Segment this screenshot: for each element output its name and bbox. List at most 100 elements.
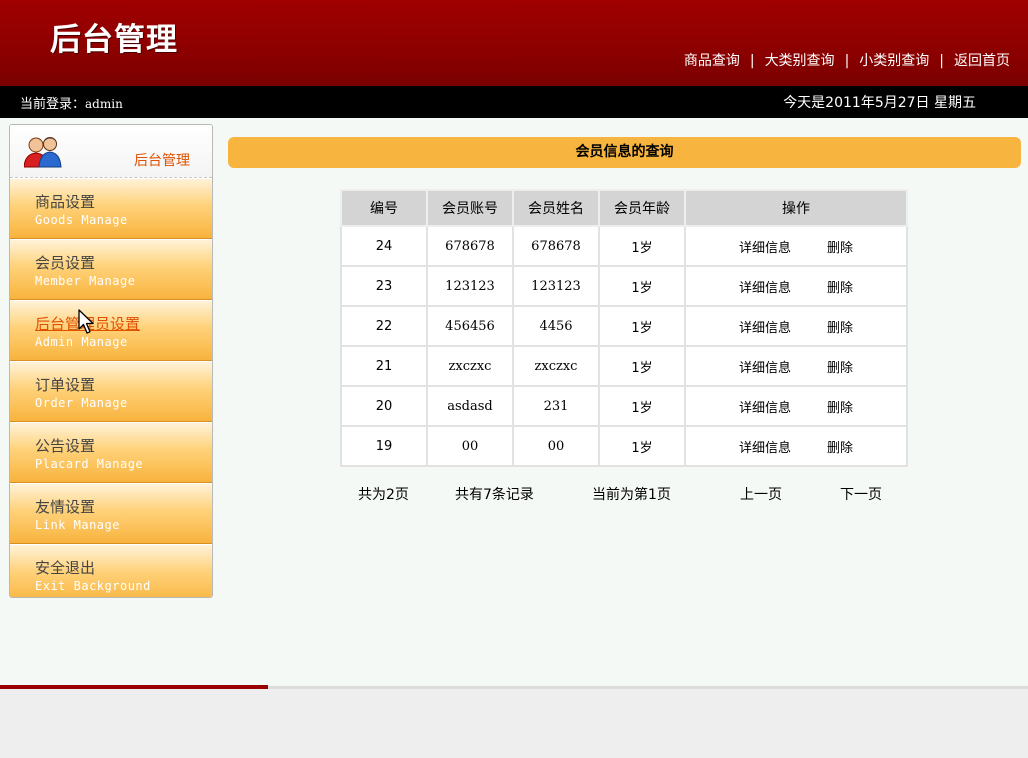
cell-name: 00 bbox=[512, 425, 600, 467]
sidebar-item-placard[interactable]: 公告设置 Placard Manage bbox=[10, 422, 212, 483]
cell-actions: 详细信息 删除 bbox=[684, 305, 908, 347]
pager-prev-container: 上一页 bbox=[740, 484, 782, 504]
top-nav: 商品查询 | 大类别查询 | 小类别查询 | 返回首页 bbox=[684, 50, 1010, 70]
sidebar-item-order[interactable]: 订单设置 Order Manage bbox=[10, 361, 212, 422]
cell-age: 1岁 bbox=[598, 385, 686, 427]
nav-subcategory-query[interactable]: 小类别查询 bbox=[859, 53, 929, 69]
sidebar-item-sublabel: Link Manage bbox=[35, 518, 120, 532]
cell-actions: 详细信息 删除 bbox=[684, 425, 908, 467]
pager-next-container: 下一页 bbox=[840, 484, 882, 504]
column-header-name: 会员姓名 bbox=[512, 189, 600, 227]
cell-account: 678678 bbox=[426, 225, 514, 267]
column-header-id: 编号 bbox=[340, 189, 428, 227]
cell-actions: 详细信息 删除 bbox=[684, 265, 908, 307]
delete-link[interactable]: 删除 bbox=[827, 321, 853, 336]
cell-age: 1岁 bbox=[598, 345, 686, 387]
table-row: 19 00 00 1岁 详细信息 删除 bbox=[340, 425, 908, 467]
cell-account: 123123 bbox=[426, 265, 514, 307]
nav-separator: | bbox=[939, 53, 944, 69]
cell-actions: 详细信息 删除 bbox=[684, 345, 908, 387]
info-bar: 当前登录：admin 今天是2011年5月27日 星期五 bbox=[0, 86, 1028, 118]
sidebar-item-goods[interactable]: 商品设置 Goods Manage bbox=[10, 178, 212, 239]
footer bbox=[0, 689, 1028, 758]
delete-link[interactable]: 删除 bbox=[827, 441, 853, 456]
sidebar-item-sublabel: Order Manage bbox=[35, 396, 128, 410]
sidebar-item-admin[interactable]: 后台管理员设置 Admin Manage bbox=[10, 300, 212, 361]
table-header-row: 编号 会员账号 会员姓名 会员年龄 操作 bbox=[340, 189, 908, 227]
detail-link[interactable]: 详细信息 bbox=[739, 361, 791, 376]
prev-page-link[interactable]: 上一页 bbox=[740, 487, 782, 503]
delete-link[interactable]: 删除 bbox=[827, 241, 853, 256]
sidebar-item-sublabel: Placard Manage bbox=[35, 457, 144, 471]
detail-link[interactable]: 详细信息 bbox=[739, 441, 791, 456]
sidebar-header: 后台管理 bbox=[10, 125, 212, 178]
next-page-link[interactable]: 下一页 bbox=[840, 487, 882, 503]
sidebar-item-sublabel: Exit Background bbox=[35, 579, 151, 593]
nav-category-query[interactable]: 大类别查询 bbox=[765, 53, 835, 69]
sidebar: 后台管理 商品设置 Goods Manage 会员设置 Member Manag… bbox=[9, 124, 213, 598]
cell-id: 21 bbox=[340, 345, 428, 387]
cell-name: 4456 bbox=[512, 305, 600, 347]
cell-account: 00 bbox=[426, 425, 514, 467]
page-title: 会员信息的查询 bbox=[228, 137, 1021, 168]
login-status: 当前登录：admin bbox=[20, 93, 123, 112]
pager-total-pages: 共为2页 bbox=[358, 487, 409, 503]
users-icon bbox=[23, 135, 62, 173]
sidebar-title: 后台管理 bbox=[134, 153, 190, 169]
column-header-account: 会员账号 bbox=[426, 189, 514, 227]
member-table: 编号 会员账号 会员姓名 会员年龄 操作 24 678678 678678 1岁… bbox=[340, 189, 908, 467]
column-header-age: 会员年龄 bbox=[598, 189, 686, 227]
pager-current-page: 当前为第1页 bbox=[592, 487, 671, 503]
cell-actions: 详细信息 删除 bbox=[684, 385, 908, 427]
current-date: 今天是2011年5月27日 星期五 bbox=[783, 95, 976, 111]
cell-account: asdasd bbox=[426, 385, 514, 427]
cell-account: 456456 bbox=[426, 305, 514, 347]
logo: 后台管理 bbox=[50, 22, 178, 58]
login-label: 当前登录： bbox=[20, 97, 86, 112]
table-row: 24 678678 678678 1岁 详细信息 删除 bbox=[340, 225, 908, 267]
sidebar-item-label: 订单设置 bbox=[35, 376, 96, 394]
sidebar-item-sublabel: Goods Manage bbox=[35, 213, 128, 227]
nav-home[interactable]: 返回首页 bbox=[954, 53, 1010, 69]
cell-name: 678678 bbox=[512, 225, 600, 267]
cell-age: 1岁 bbox=[598, 265, 686, 307]
nav-separator: | bbox=[844, 53, 850, 69]
mouse-pointer-icon bbox=[78, 309, 96, 339]
nav-goods-query[interactable]: 商品查询 bbox=[684, 53, 740, 69]
detail-link[interactable]: 详细信息 bbox=[739, 241, 791, 256]
cell-account: zxczxc bbox=[426, 345, 514, 387]
sidebar-item-member[interactable]: 会员设置 Member Manage bbox=[10, 239, 212, 300]
sidebar-item-link[interactable]: 友情设置 Link Manage bbox=[10, 483, 212, 544]
cell-name: 123123 bbox=[512, 265, 600, 307]
cell-actions: 详细信息 删除 bbox=[684, 225, 908, 267]
table-row: 23 123123 123123 1岁 详细信息 删除 bbox=[340, 265, 908, 307]
cell-age: 1岁 bbox=[598, 225, 686, 267]
cell-id: 24 bbox=[340, 225, 428, 267]
pager-total-records: 共有7条记录 bbox=[455, 487, 534, 503]
detail-link[interactable]: 详细信息 bbox=[739, 321, 791, 336]
table-row: 21 zxczxc zxczxc 1岁 详细信息 删除 bbox=[340, 345, 908, 387]
sidebar-item-label: 友情设置 bbox=[35, 498, 96, 516]
cell-name: zxczxc bbox=[512, 345, 600, 387]
cell-age: 1岁 bbox=[598, 305, 686, 347]
cell-id: 19 bbox=[340, 425, 428, 467]
delete-link[interactable]: 删除 bbox=[827, 361, 853, 376]
detail-link[interactable]: 详细信息 bbox=[739, 401, 791, 416]
cell-age: 1岁 bbox=[598, 425, 686, 467]
cell-id: 22 bbox=[340, 305, 428, 347]
detail-link[interactable]: 详细信息 bbox=[739, 281, 791, 296]
delete-link[interactable]: 删除 bbox=[827, 281, 853, 296]
sidebar-item-exit[interactable]: 安全退出 Exit Background bbox=[10, 544, 212, 597]
sidebar-item-label: 会员设置 bbox=[35, 254, 96, 272]
delete-link[interactable]: 删除 bbox=[827, 401, 853, 416]
sidebar-item-label: 商品设置 bbox=[35, 193, 96, 211]
header: 后台管理 商品查询 | 大类别查询 | 小类别查询 | 返回首页 bbox=[0, 0, 1028, 86]
sidebar-item-sublabel: Member Manage bbox=[35, 274, 136, 288]
cell-id: 20 bbox=[340, 385, 428, 427]
column-header-actions: 操作 bbox=[684, 189, 908, 227]
login-username: admin bbox=[85, 97, 123, 111]
cell-name: 231 bbox=[512, 385, 600, 427]
sidebar-item-label: 安全退出 bbox=[35, 559, 96, 577]
table-row: 22 456456 4456 1岁 详细信息 删除 bbox=[340, 305, 908, 347]
cell-id: 23 bbox=[340, 265, 428, 307]
